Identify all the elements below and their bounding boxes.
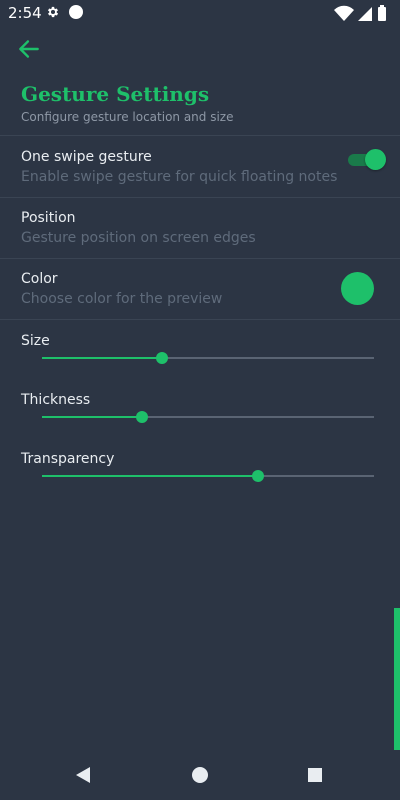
divider [0, 319, 400, 320]
color-preview-swatch[interactable] [341, 272, 374, 305]
setting-color[interactable]: Color Choose color for the preview [0, 259, 400, 320]
slider-thumb[interactable] [155, 352, 168, 364]
gear-icon [47, 6, 59, 18]
slider-fill [42, 416, 142, 418]
home-circle-icon[interactable] [191, 766, 209, 784]
slider-fill [42, 475, 258, 477]
toggle-thumb [365, 149, 386, 170]
size-slider[interactable] [42, 350, 374, 366]
slider-label-thickness: Thickness [21, 392, 91, 408]
scrollbar[interactable] [394, 608, 400, 750]
setting-description: Enable swipe gesture for quick floating … [21, 169, 338, 185]
slider-fill [42, 357, 162, 359]
setting-title: Position [21, 210, 76, 226]
page-title: Gesture Settings [21, 82, 210, 106]
back-triangle-icon[interactable] [74, 766, 92, 784]
setting-one-swipe-gesture[interactable]: One swipe gesture Enable swipe gesture f… [0, 136, 400, 197]
page-subtitle: Configure gesture location and size [21, 110, 234, 124]
wifi-icon [334, 5, 354, 21]
navigation-bar [0, 750, 400, 800]
status-bar: 2:54 [0, 0, 400, 26]
battery-icon [378, 5, 386, 21]
setting-title: Color [21, 271, 58, 287]
recents-square-icon[interactable] [307, 767, 323, 783]
setting-position[interactable]: Position Gesture position on screen edge… [0, 198, 400, 259]
one-swipe-gesture-toggle[interactable] [348, 149, 386, 171]
transparency-slider[interactable] [42, 468, 374, 484]
status-icons [334, 5, 386, 21]
slider-label-size: Size [21, 333, 50, 349]
slider-thumb[interactable] [251, 470, 264, 482]
slider-thumb[interactable] [135, 411, 148, 423]
status-time: 2:54 [8, 4, 42, 22]
setting-description: Choose color for the preview [21, 291, 223, 307]
signal-icon [358, 7, 372, 21]
setting-title: One swipe gesture [21, 149, 152, 165]
slider-label-transparency: Transparency [21, 451, 115, 467]
setting-description: Gesture position on screen edges [21, 230, 256, 246]
arrow-left-icon[interactable] [16, 36, 42, 62]
circle-notification-icon [69, 5, 83, 19]
thickness-slider[interactable] [42, 409, 374, 425]
